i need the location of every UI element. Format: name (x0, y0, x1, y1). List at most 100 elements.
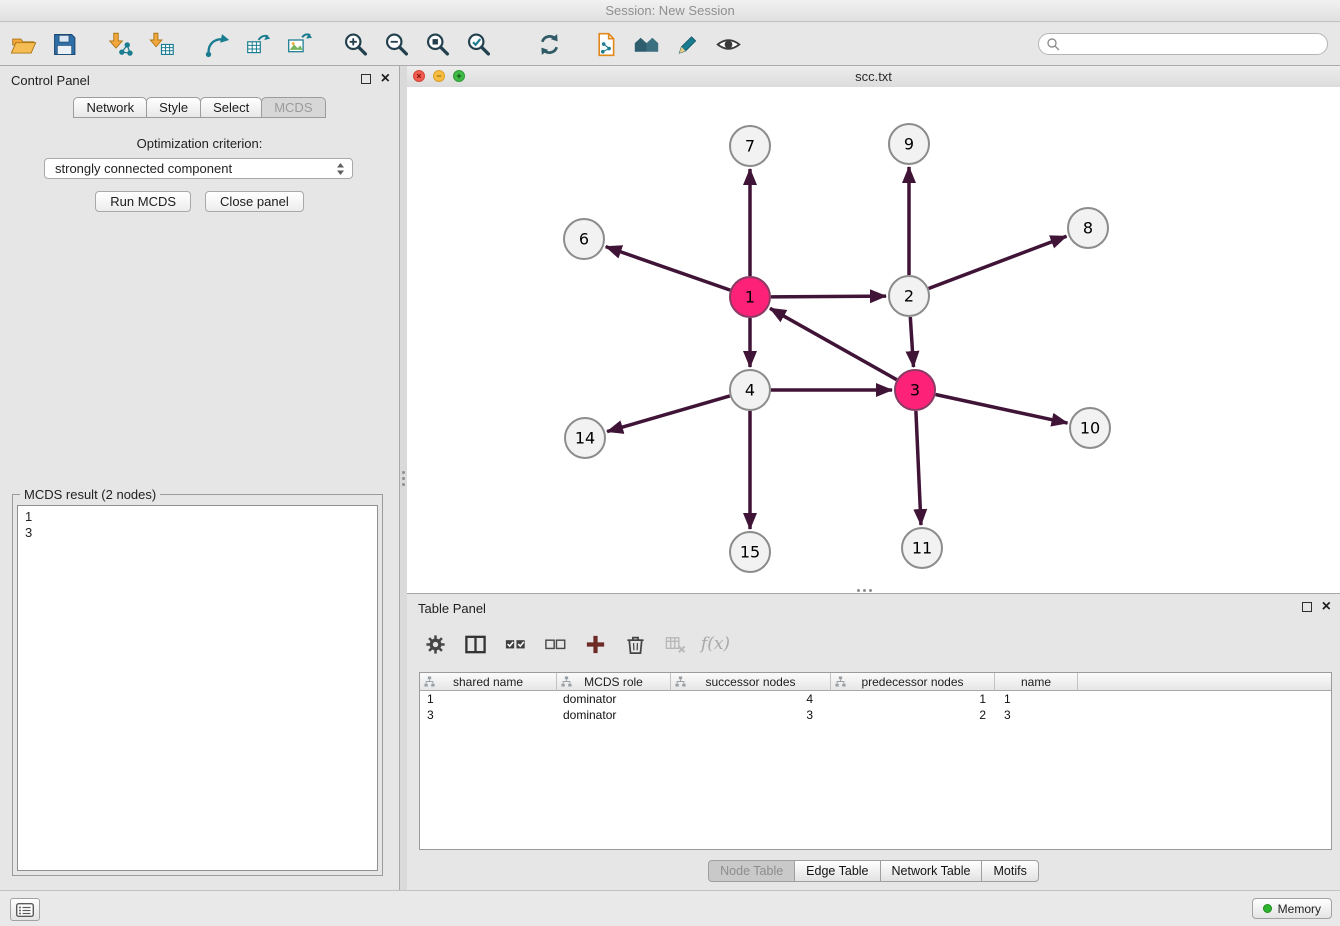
tab-network-table[interactable]: Network Table (880, 860, 983, 882)
panel-splitter-horizontal[interactable] (857, 589, 872, 592)
search-field[interactable] (1038, 33, 1328, 55)
graph-edge-3-11[interactable] (916, 411, 921, 525)
export-network-button[interactable] (202, 29, 232, 59)
annotations-pen-icon (674, 31, 701, 58)
application-window: Session: New Session (0, 0, 1340, 926)
export-table-button[interactable] (243, 29, 273, 59)
table-cell[interactable]: dominator (557, 708, 671, 722)
close-panel-icon[interactable] (381, 74, 390, 84)
first-neighbors-button[interactable] (590, 29, 620, 59)
column-header-successor-nodes[interactable]: successor nodes (671, 673, 831, 691)
table-row[interactable]: 3dominator323 (420, 707, 1331, 723)
task-list-icon (16, 903, 34, 917)
plus-icon (584, 633, 607, 656)
save-session-button[interactable] (49, 29, 79, 59)
function-builder-button[interactable]: f(x) (703, 632, 728, 657)
split-panel-icon (464, 633, 487, 656)
svg-text:14: 14 (575, 429, 595, 448)
network-close-icon[interactable] (413, 70, 425, 82)
column-header-shared-name[interactable]: shared name (420, 673, 557, 691)
tab-mcds[interactable]: MCDS (261, 97, 325, 118)
graph-edge-1-2[interactable] (771, 296, 886, 297)
graph-node-9[interactable]: 9 (889, 124, 929, 164)
table-row[interactable]: 1dominator411 (420, 691, 1331, 707)
table-cell[interactable]: dominator (557, 692, 671, 706)
delete-columns-button[interactable] (623, 632, 648, 657)
annotations-button[interactable] (672, 29, 702, 59)
graph-node-1[interactable]: 1 (730, 277, 770, 317)
graph-node-4[interactable]: 4 (730, 370, 770, 410)
graph-edge-3-10[interactable] (936, 395, 1068, 424)
svg-text:1: 1 (745, 288, 755, 307)
network-canvas[interactable]: 7 9 6 8 1 2 4 3 14 10 15 11 (407, 87, 1340, 593)
tab-style[interactable]: Style (146, 97, 201, 118)
tab-network[interactable]: Network (73, 97, 147, 118)
table-cell[interactable]: 3 (420, 708, 557, 722)
import-network-button[interactable] (105, 29, 135, 59)
table-cell[interactable]: 1 (995, 692, 1078, 706)
graph-edge-1-6[interactable] (606, 247, 731, 291)
network-maximize-icon[interactable] (453, 70, 465, 82)
graph-node-8[interactable]: 8 (1068, 208, 1108, 248)
new-column-button[interactable] (583, 632, 608, 657)
graph-node-6[interactable]: 6 (564, 219, 604, 259)
show-hide-details-button[interactable] (713, 29, 743, 59)
window-title-bar: Session: New Session (0, 0, 1340, 22)
tab-node-table[interactable]: Node Table (708, 860, 795, 882)
tab-edge-table[interactable]: Edge Table (794, 860, 880, 882)
column-header-name[interactable]: name (995, 673, 1078, 691)
network-graph[interactable]: 7 9 6 8 1 2 4 3 14 10 15 11 (407, 87, 1338, 591)
graph-node-11[interactable]: 11 (902, 528, 942, 568)
column-header-predecessor-nodes[interactable]: predecessor nodes (831, 673, 995, 691)
graph-node-2[interactable]: 2 (889, 276, 929, 316)
graph-edge-2-8[interactable] (929, 236, 1067, 288)
criterion-select[interactable]: strongly connected component (44, 158, 353, 179)
close-mcds-panel-button[interactable]: Close panel (205, 191, 304, 212)
delete-table-button[interactable] (663, 632, 688, 657)
search-input[interactable] (1065, 34, 1327, 54)
column-header-mcds-role[interactable]: MCDS role (557, 673, 671, 691)
table-cell[interactable]: 1 (420, 692, 557, 706)
table-cell[interactable]: 1 (831, 692, 995, 706)
task-history-button[interactable] (10, 898, 40, 921)
mcds-result-list[interactable]: 1 3 (17, 505, 378, 871)
table-cell[interactable]: 3 (671, 708, 831, 722)
svg-text:4: 4 (745, 381, 755, 400)
graph-node-14[interactable]: 14 (565, 418, 605, 458)
fit-content-button[interactable] (422, 29, 452, 59)
graph-edge-3-1[interactable] (770, 308, 897, 379)
zoom-selected-button[interactable] (463, 29, 493, 59)
export-image-button[interactable] (284, 29, 314, 59)
table-cell[interactable]: 3 (995, 708, 1078, 722)
zoom-out-button[interactable] (381, 29, 411, 59)
network-window-title: scc.txt (407, 66, 1340, 87)
network-overview-button[interactable] (631, 29, 661, 59)
float-table-panel-icon[interactable] (1302, 602, 1312, 612)
tab-motifs[interactable]: Motifs (981, 860, 1038, 882)
graph-node-10[interactable]: 10 (1070, 408, 1110, 448)
graph-node-7[interactable]: 7 (730, 126, 770, 166)
tab-select[interactable]: Select (200, 97, 262, 118)
graph-edge-2-3[interactable] (910, 317, 913, 367)
run-mcds-button[interactable]: Run MCDS (95, 191, 191, 212)
table-cell[interactable]: 2 (831, 708, 995, 722)
select-all-button[interactable] (503, 632, 528, 657)
close-table-panel-icon[interactable] (1322, 602, 1331, 612)
open-session-button[interactable] (8, 29, 38, 59)
svg-text:9: 9 (904, 135, 914, 154)
deselect-all-button[interactable] (543, 632, 568, 657)
refresh-view-button[interactable] (534, 29, 564, 59)
column-header-filler (1078, 673, 1331, 691)
zoom-in-button[interactable] (340, 29, 370, 59)
column-options-button[interactable] (423, 632, 448, 657)
split-view-button[interactable] (463, 632, 488, 657)
table-cell[interactable]: 4 (671, 692, 831, 706)
panel-splitter-vertical[interactable] (400, 66, 407, 890)
memory-button[interactable]: Memory (1252, 898, 1332, 919)
graph-node-3[interactable]: 3 (895, 370, 935, 410)
graph-node-15[interactable]: 15 (730, 532, 770, 572)
import-table-button[interactable] (146, 29, 176, 59)
graph-edge-4-14[interactable] (607, 396, 730, 432)
network-minimize-icon[interactable] (433, 70, 445, 82)
float-panel-icon[interactable] (361, 74, 371, 84)
